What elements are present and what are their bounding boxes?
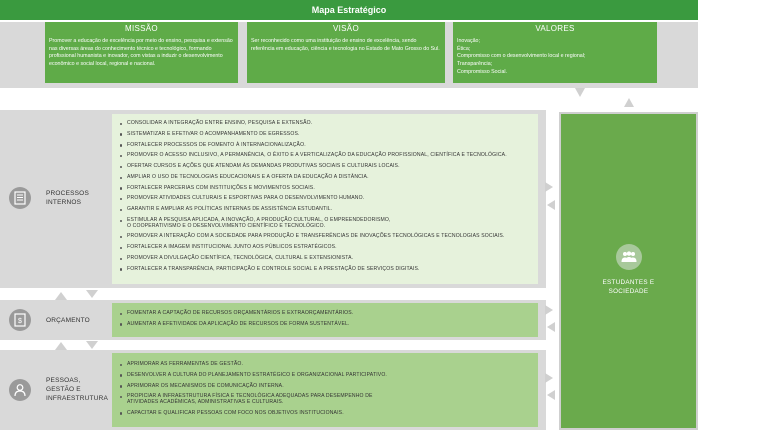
arrow-up-icon bbox=[575, 88, 585, 97]
arrow-left-icon bbox=[547, 322, 555, 332]
arrow-up-icon bbox=[55, 342, 67, 350]
flow-arrows bbox=[55, 88, 634, 400]
arrow-left-icon bbox=[547, 200, 555, 210]
arrow-right-icon bbox=[545, 373, 553, 383]
arrow-up-icon bbox=[624, 98, 634, 107]
arrow-down-icon bbox=[86, 290, 98, 298]
arrow-left-icon bbox=[547, 390, 555, 400]
arrow-down-icon bbox=[86, 341, 98, 349]
arrow-right-icon bbox=[545, 182, 553, 192]
arrow-right-icon bbox=[545, 305, 553, 315]
arrow-up-icon bbox=[55, 292, 67, 300]
